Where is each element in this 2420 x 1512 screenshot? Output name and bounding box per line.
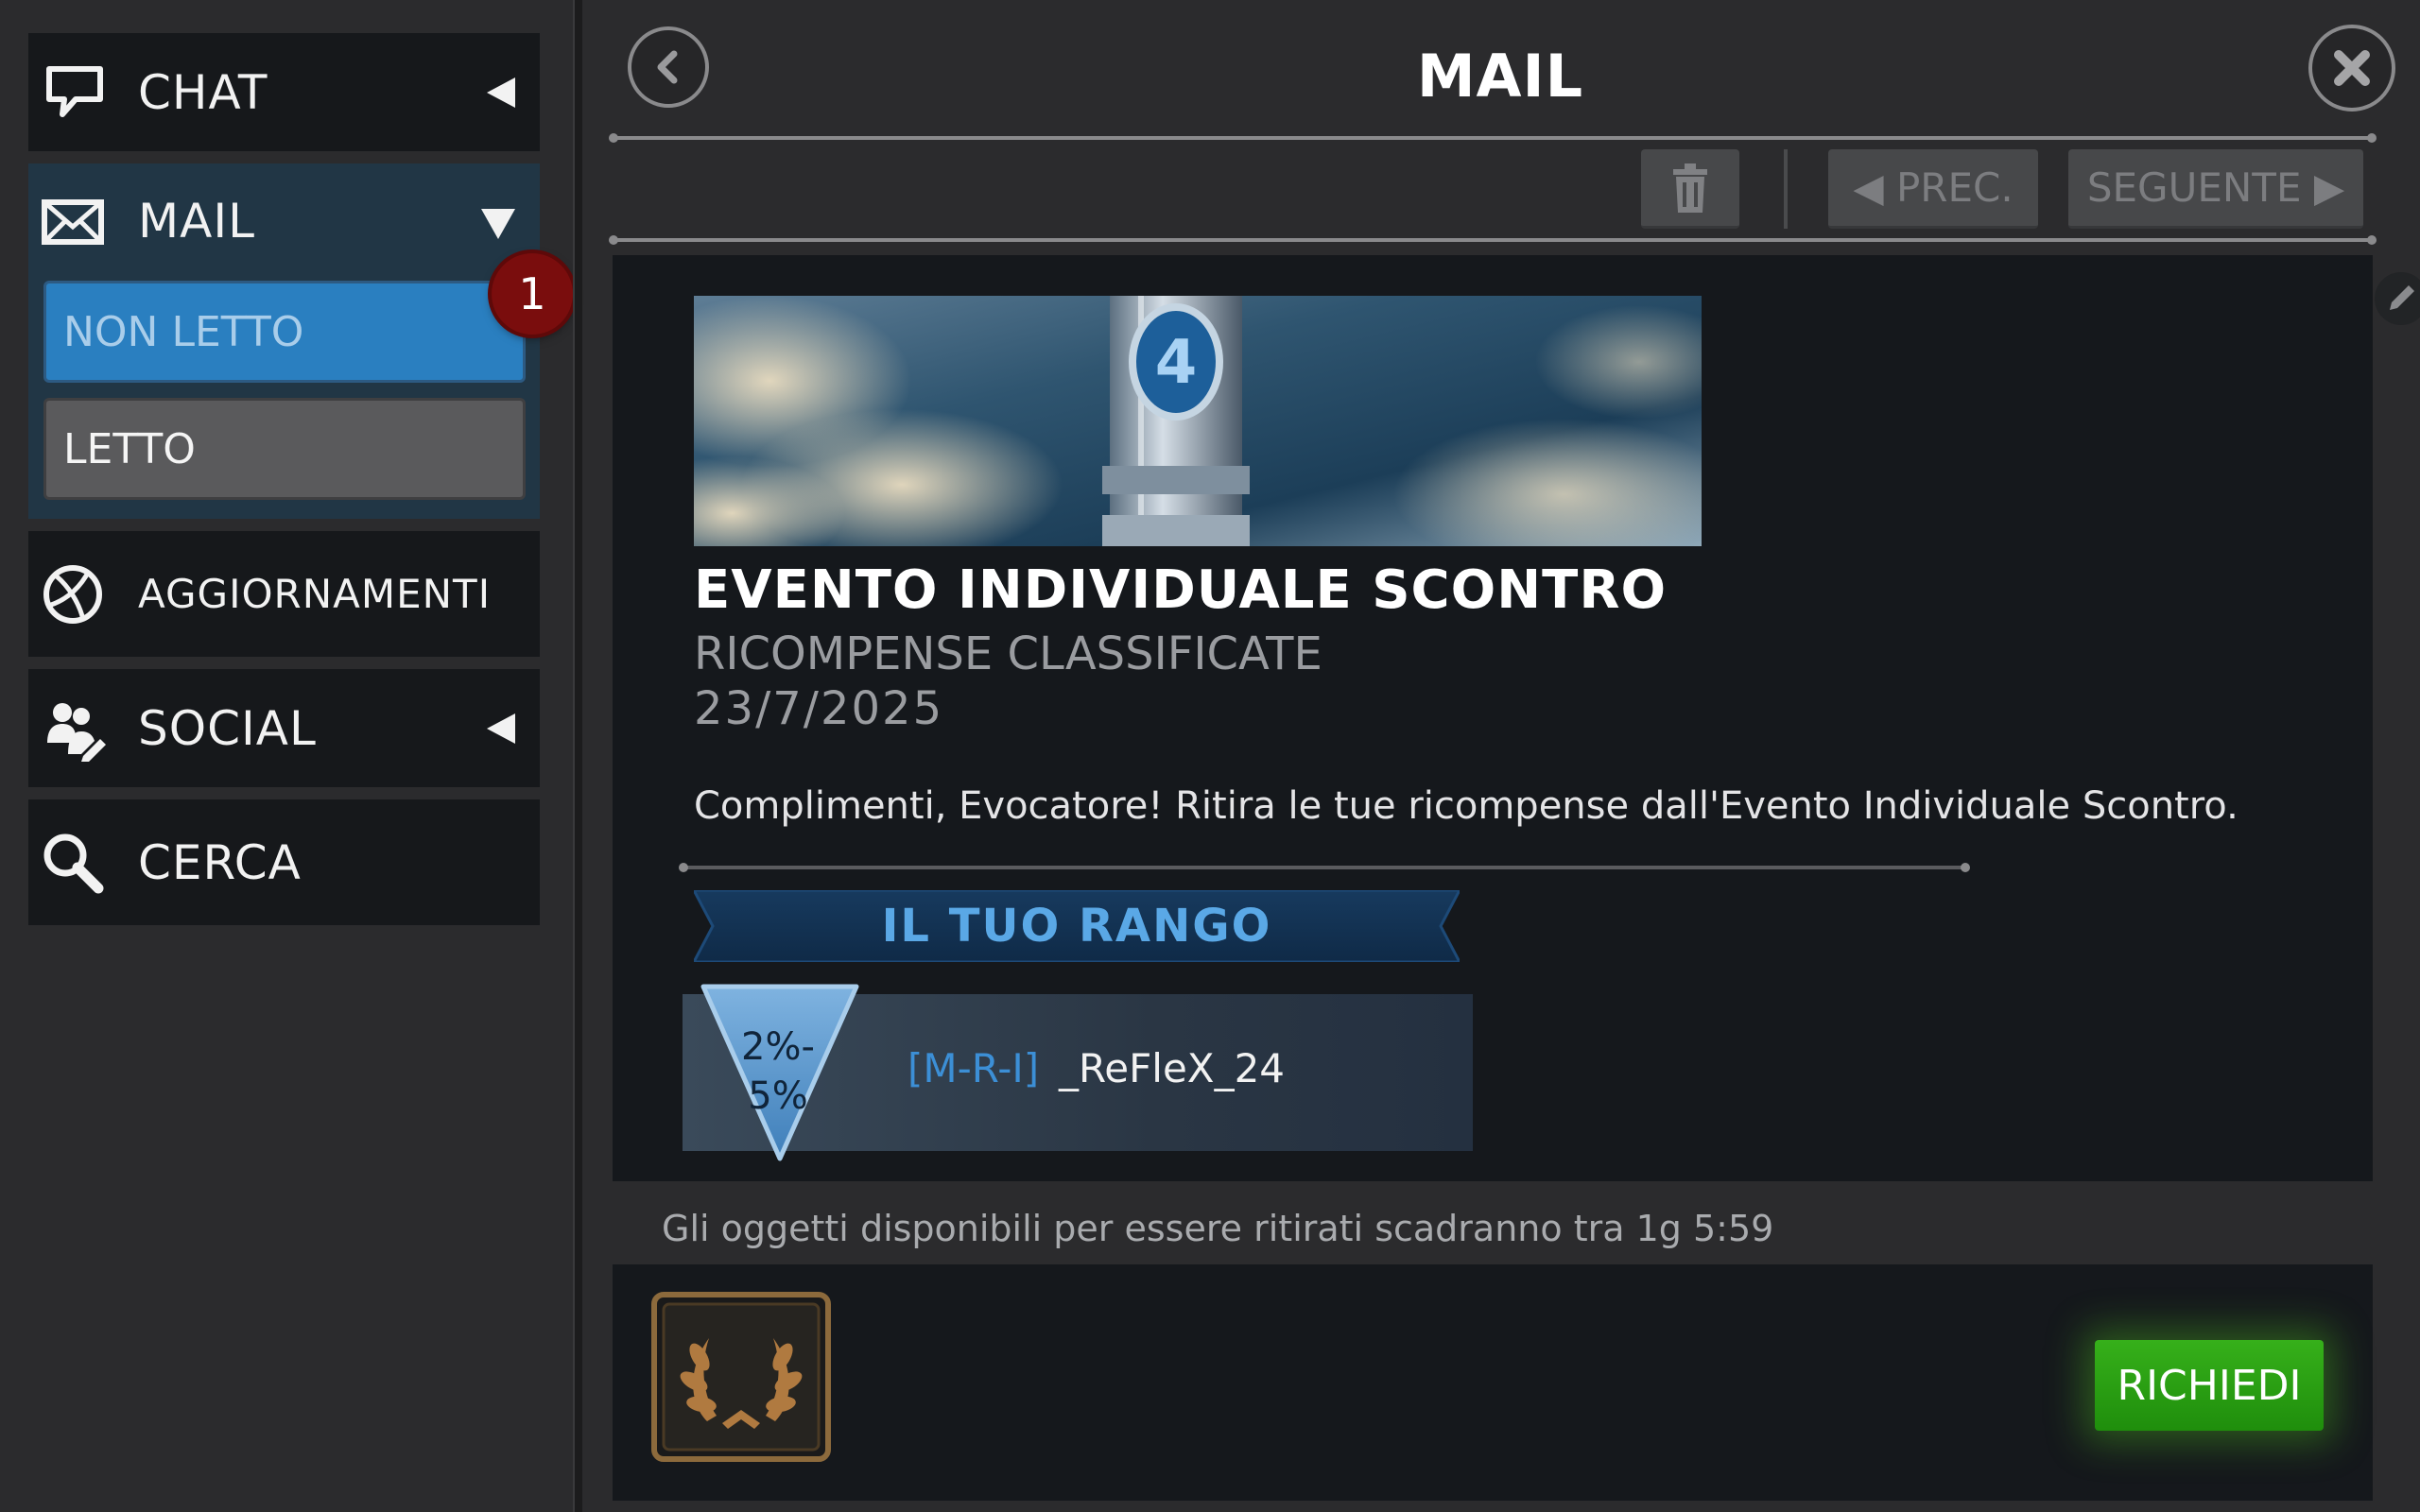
sidebar: CHAT MAIL NON LETTO LETTO 1 AGGIORNAMENT… xyxy=(0,0,575,1512)
tab-unread[interactable]: NON LETTO xyxy=(43,281,526,383)
sidebar-item-label: CHAT xyxy=(138,64,268,120)
header-divider xyxy=(609,133,2377,143)
message-subtitle: RICOMPENSE CLASSIFICATE xyxy=(694,627,1322,680)
sidebar-item-label: MAIL xyxy=(138,194,255,249)
next-button[interactable]: SEGUENTE ▶ xyxy=(2068,149,2363,229)
globe-icon xyxy=(43,564,102,624)
claim-button[interactable]: RICHIEDI xyxy=(2095,1340,2324,1431)
mail-group: MAIL NON LETTO LETTO 1 xyxy=(28,163,573,519)
mail-panel: MAIL ◀ PREC. SEGUENTE ▶ 4 EVENTO INDIVID… xyxy=(580,0,2420,1512)
rank-percentile-line2: 5% xyxy=(748,1074,808,1118)
sidebar-item-label: SOCIAL xyxy=(138,700,317,756)
message-title: EVENTO INDIVIDUALE SCONTRO xyxy=(694,559,1668,621)
expiry-notice: Gli oggetti disponibili per essere ritir… xyxy=(662,1208,1774,1249)
rank-percentile: 2%- 5% xyxy=(717,1022,839,1121)
rank-heading-banner: IL TUO RANGO xyxy=(691,888,1462,964)
message-divider xyxy=(679,863,1970,872)
collapse-arrow-icon xyxy=(487,713,515,744)
message-body: Complimenti, Evocatore! Ritira le tue ri… xyxy=(694,784,2238,828)
message-card: 4 EVENTO INDIVIDUALE SCONTRO RICOMPENSE … xyxy=(613,255,2373,1181)
sidebar-item-search[interactable]: CERCA xyxy=(28,799,540,925)
player-name: _ReFleX_24 xyxy=(1059,1045,1286,1091)
delete-button[interactable] xyxy=(1641,149,1739,229)
sidebar-item-chat[interactable]: CHAT xyxy=(28,33,540,151)
previous-button[interactable]: ◀ PREC. xyxy=(1828,149,2038,229)
sidebar-item-social[interactable]: SOCIAL xyxy=(28,669,540,787)
toolbar-divider xyxy=(609,235,2377,245)
rank-percentile-line1: 2%- xyxy=(741,1025,815,1069)
event-banner-image: 4 xyxy=(694,296,1702,546)
trash-icon xyxy=(1673,163,1707,213)
close-icon xyxy=(2334,50,2370,86)
expanded-arrow-icon xyxy=(481,209,515,239)
speech-bubble-icon xyxy=(46,65,103,117)
collapse-arrow-icon xyxy=(487,77,515,108)
toolbar-separator xyxy=(1784,149,1788,229)
message-date: 23/7/2025 xyxy=(694,682,944,735)
tab-read-label: LETTO xyxy=(63,424,196,473)
people-icon xyxy=(47,702,106,762)
unread-count-badge: 1 xyxy=(492,253,573,335)
alliance-tag: [M-R-I] xyxy=(908,1045,1040,1091)
sidebar-item-mail[interactable]: MAIL xyxy=(28,163,540,281)
pencil-icon[interactable] xyxy=(2373,270,2420,327)
svg-text:4: 4 xyxy=(1155,328,1198,398)
reward-card: RICHIEDI xyxy=(613,1264,2373,1501)
sidebar-item-updates[interactable]: AGGIORNAMENTI xyxy=(28,531,540,657)
search-icon xyxy=(43,833,104,893)
rank-row: 2%- 5% [M-R-I] _ReFleX_24 xyxy=(683,984,1473,1161)
tab-read[interactable]: LETTO xyxy=(43,398,526,500)
sidebar-item-label: AGGIORNAMENTI xyxy=(138,571,492,617)
laurel-wreath-icon xyxy=(651,1292,831,1462)
envelope-icon xyxy=(42,199,104,245)
sidebar-item-label: CERCA xyxy=(138,834,302,890)
tab-unread-label: NON LETTO xyxy=(63,307,304,356)
page-title: MAIL xyxy=(1416,42,1584,111)
rank-heading: IL TUO RANGO xyxy=(881,900,1272,953)
reward-item[interactable] xyxy=(650,1291,832,1463)
close-button[interactable] xyxy=(2308,25,2395,112)
